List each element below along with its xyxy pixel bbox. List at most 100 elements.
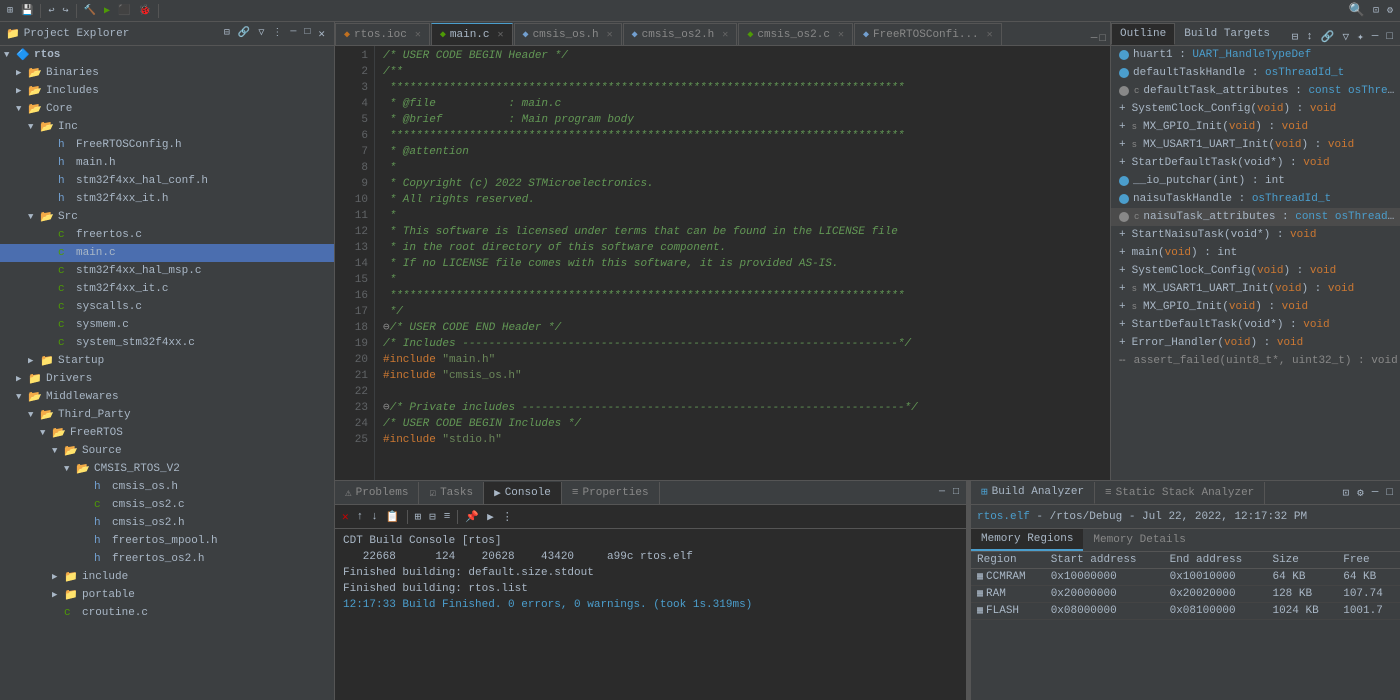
tab-cmsis-os-h[interactable]: ◆ cmsis_os.h ✕ (514, 23, 622, 45)
toolbar-icon-search[interactable]: 🔍 (1346, 2, 1368, 19)
outline-item-assert-failed[interactable]: ╌ assert_failed(uint8_t*, uint32_t) : vo… (1111, 352, 1400, 370)
view-menu-btn[interactable]: ⋮ (269, 26, 285, 42)
tree-item-include[interactable]: ▶ 📁 include (0, 568, 334, 586)
outline-item-naisu-handle[interactable]: naisuTaskHandle : osThreadId_t (1111, 190, 1400, 208)
tree-item-cmsis-rtos-v2[interactable]: ▼ 📂 CMSIS_RTOS_V2 (0, 460, 334, 478)
tab-cmsis-os2-h[interactable]: ◆ cmsis_os2.h ✕ (623, 23, 738, 45)
outline-action-3[interactable]: 🔗 (1318, 29, 1338, 45)
tree-item-portable[interactable]: ▶ 📁 portable (0, 586, 334, 604)
toolbar-icon-perspectives[interactable]: ⊡ (1370, 4, 1382, 18)
tree-item-sysmem[interactable]: ▶ c sysmem.c (0, 316, 334, 334)
toolbar-icon-settings[interactable]: ⚙ (1384, 4, 1396, 18)
console-clear-btn[interactable]: ✕ (339, 509, 352, 525)
tab-tasks[interactable]: ☑ Tasks (419, 482, 484, 504)
outline-item-huart1[interactable]: huart1 : UART_HandleTypeDef (1111, 46, 1400, 64)
outline-item-sysclock-2[interactable]: + SystemClock_Config(void) : void (1111, 262, 1400, 280)
maximize-editor-btn[interactable]: □ (1099, 33, 1106, 45)
console-scroll-up-btn[interactable]: ↑ (354, 510, 367, 524)
tree-item-cmsis-os-h[interactable]: ▶ h cmsis_os.h (0, 478, 334, 496)
outline-item-default-task-attrs[interactable]: c defaultTask_attributes : const osThrea… (1111, 82, 1400, 100)
outline-item-start-naisu[interactable]: + StartNaisuTask(void*) : void (1111, 226, 1400, 244)
toolbar-icon-redo[interactable]: ↪ (60, 4, 72, 18)
tree-item-core[interactable]: ▼ 📂 Core (0, 100, 334, 118)
toolbar-icon-save[interactable]: 💾 (18, 4, 36, 18)
tree-item-croutine[interactable]: ▶ c croutine.c (0, 604, 334, 622)
outline-minimize[interactable]: ─ (1369, 30, 1382, 44)
tree-item-freertos[interactable]: ▼ 📂 FreeRTOS (0, 424, 334, 442)
outline-item-main[interactable]: + main(void) : int (1111, 244, 1400, 262)
tab-close-cmsis-os2-c[interactable]: ✕ (838, 29, 844, 41)
tree-item-drivers[interactable]: ▶ 📁 Drivers (0, 370, 334, 388)
tree-item-system-stm32[interactable]: ▶ c system_stm32f4xx.c (0, 334, 334, 352)
code-content[interactable]: /* USER CODE BEGIN Header *//** ********… (375, 46, 1100, 480)
toolbar-icon-undo[interactable]: ↩ (45, 4, 57, 18)
toolbar-icon-new[interactable]: ⊞ (4, 4, 16, 18)
console-scroll-down-btn[interactable]: ↓ (368, 510, 381, 524)
tree-item-middlewares[interactable]: ▼ 📂 Middlewares (0, 388, 334, 406)
tab-properties[interactable]: ≡ Properties (562, 482, 660, 504)
tree-item-syscalls[interactable]: ▶ c syscalls.c (0, 298, 334, 316)
console-btn-5[interactable]: ⊞ (412, 509, 425, 525)
toolbar-icon-debug[interactable]: 🐞 (135, 4, 153, 18)
tab-static-stack[interactable]: ≡ Static Stack Analyzer (1095, 482, 1265, 504)
filter-btn[interactable]: ▽ (255, 26, 267, 42)
tab-main-c[interactable]: ◆ main.c ✕ (431, 23, 513, 45)
outline-action-2[interactable]: ↕ (1303, 30, 1316, 44)
tree-item-stm32-it-h[interactable]: ▶ h stm32f4xx_it.h (0, 190, 334, 208)
tree-item-cmsis-os2-c[interactable]: ▶ c cmsis_os2.c (0, 496, 334, 514)
editor-scrollbar[interactable] (1100, 46, 1110, 480)
toolbar-icon-build[interactable]: 🔨 (81, 4, 99, 18)
tree-item-rtos[interactable]: ▼ 🔷 rtos (0, 46, 334, 64)
ba-maximize[interactable]: □ (1383, 486, 1396, 500)
outline-item-start-default-task[interactable]: + StartDefaultTask(void*) : void (1111, 154, 1400, 172)
tree-item-src[interactable]: ▼ 📂 Src (0, 208, 334, 226)
tree-item-startup[interactable]: ▶ 📁 Startup (0, 352, 334, 370)
outline-item-naisu-attrs[interactable]: c naisuTask_attributes : const osThreadA… (1111, 208, 1400, 226)
tab-close-freertos-conf[interactable]: ✕ (987, 29, 993, 41)
outline-item-start-default-2[interactable]: + StartDefaultTask(void*) : void (1111, 316, 1400, 334)
outline-item-gpio-init[interactable]: + s MX_GPIO_Init(void) : void (1111, 118, 1400, 136)
outline-action-1[interactable]: ⊟ (1289, 29, 1302, 45)
console-content[interactable]: CDT Build Console [rtos] 22668 124 20628… (335, 529, 966, 700)
console-pin-btn[interactable]: 📌 (462, 509, 482, 525)
tab-close-cmsis-os2-h[interactable]: ✕ (722, 29, 728, 41)
tree-item-main-c[interactable]: ▶ c main.c (0, 244, 334, 262)
tab-outline[interactable]: Outline (1111, 23, 1175, 45)
tab-close-cmsis-os-h[interactable]: ✕ (607, 29, 613, 41)
outline-item-default-task-handle[interactable]: defaultTaskHandle : osThreadId_t (1111, 64, 1400, 82)
tree-item-stm32-hal-conf[interactable]: ▶ h stm32f4xx_hal_conf.h (0, 172, 334, 190)
outline-action-star[interactable]: ✦ (1354, 29, 1367, 45)
tree-item-inc[interactable]: ▼ 📂 Inc (0, 118, 334, 136)
tree-item-stm32-it-c[interactable]: ▶ c stm32f4xx_it.c (0, 280, 334, 298)
tree-item-binaries[interactable]: ▶ 📂 Binaries (0, 64, 334, 82)
tree-item-freertos-c[interactable]: ▶ c freertos.c (0, 226, 334, 244)
tab-rtos-ioc[interactable]: ◆ rtos.ioc ✕ (335, 23, 430, 45)
ba-minimize[interactable]: ─ (1369, 486, 1382, 500)
toolbar-icon-run[interactable]: ▶ (101, 4, 113, 18)
outline-action-4[interactable]: ▽ (1340, 29, 1353, 45)
ba-action-2[interactable]: ⚙ (1354, 485, 1367, 501)
outline-item-error-handler[interactable]: + Error_Handler(void) : void (1111, 334, 1400, 352)
tree-item-freertos-mpool[interactable]: ▶ h freertos_mpool.h (0, 532, 334, 550)
outline-item-usart-init[interactable]: + s MX_USART1_UART_Init(void) : void (1111, 136, 1400, 154)
console-btn-9[interactable]: ▶ (484, 509, 497, 525)
tree-item-stm32-hal-msp[interactable]: ▶ c stm32f4xx_hal_msp.c (0, 262, 334, 280)
tab-close-rtos-ioc[interactable]: ✕ (415, 29, 421, 41)
console-maximize-btn[interactable]: □ (950, 486, 962, 499)
console-copy-btn[interactable]: 📋 (383, 509, 403, 525)
collapse-all-btn[interactable]: ⊟ (221, 26, 233, 42)
link-editor-btn[interactable]: 🔗 (235, 26, 253, 42)
console-btn-7[interactable]: ≡ (441, 510, 454, 524)
minimize-btn[interactable]: ─ (287, 26, 299, 42)
tree-item-freertosconfig[interactable]: ▶ h FreeRTOSConfig.h (0, 136, 334, 154)
console-btn-6[interactable]: ⊟ (426, 509, 439, 525)
tab-build-targets[interactable]: Build Targets (1175, 23, 1279, 45)
console-minimize-btn[interactable]: ─ (936, 486, 948, 499)
outline-item-io-putchar[interactable]: __io_putchar(int) : int (1111, 172, 1400, 190)
outline-maximize[interactable]: □ (1383, 30, 1396, 44)
tab-close-main-c[interactable]: ✕ (498, 29, 504, 41)
tree-item-freertos-os2-h[interactable]: ▶ h freertos_os2.h (0, 550, 334, 568)
tree-item-cmsis-os2-h[interactable]: ▶ h cmsis_os2.h (0, 514, 334, 532)
maximize-btn[interactable]: □ (301, 26, 313, 42)
minimize-editor-btn[interactable]: ─ (1091, 33, 1098, 45)
